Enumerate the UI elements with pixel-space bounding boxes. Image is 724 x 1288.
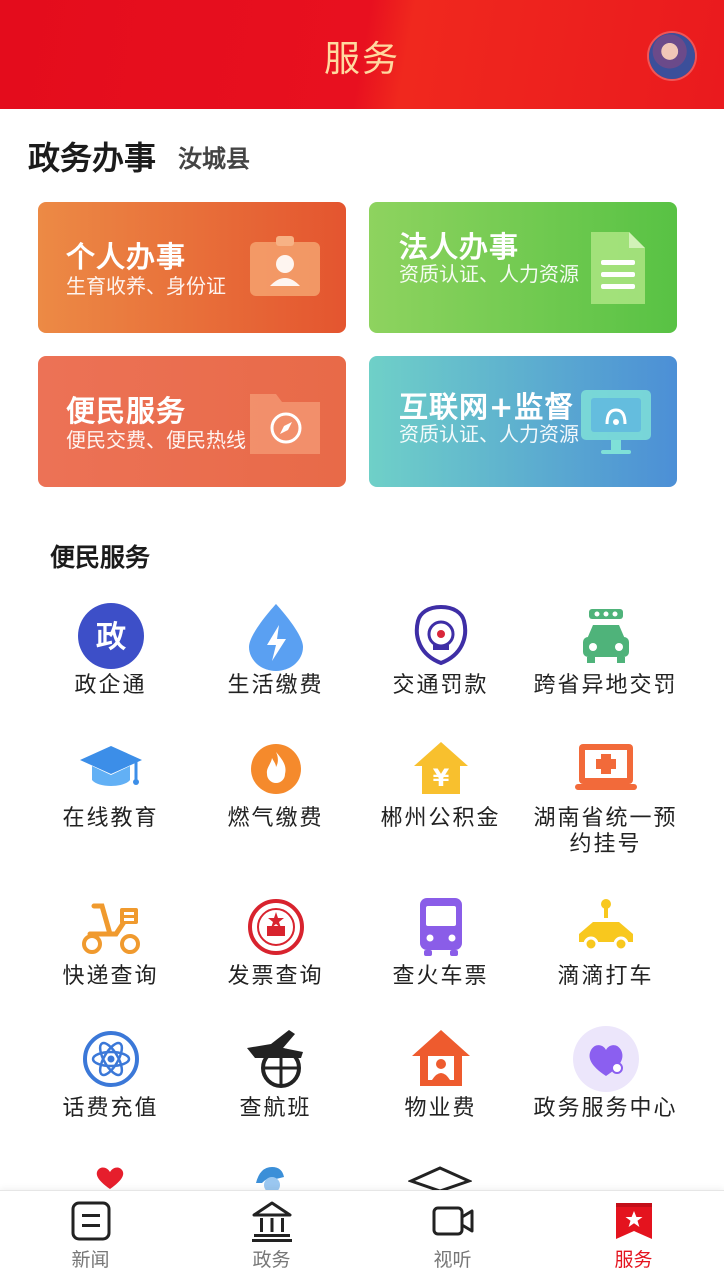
service-item[interactable]: 湖南省统一预约挂号 [515,734,696,858]
svg-text:政: 政 [96,620,126,655]
service-label: 物业费 [404,1096,477,1121]
house-person-icon [411,1030,470,1086]
service-label: 政企通 [74,673,147,698]
service-item[interactable]: 快递查询 [20,892,201,990]
service-item[interactable]: 查火车票 [350,892,531,990]
national-emblem-icon [247,899,304,955]
news-icon [71,1201,110,1241]
lightning-drop-icon [248,604,303,671]
service-item[interactable]: 话费充值 [20,1024,201,1122]
id-card-icon [250,236,320,296]
heart-icon [96,1167,124,1189]
car-icon [582,609,629,663]
folder-compass-icon [250,394,320,454]
flame-icon [250,744,301,794]
service-item[interactable]: 政务服务中心 [515,1024,696,1122]
tab-news[interactable]: 新闻 [0,1191,181,1288]
service-item[interactable]: 燃气缴费 [185,734,366,832]
service-item[interactable]: 物业费 [350,1024,531,1122]
bottom-tab-bar: 新闻 政务 视听 服务 [0,1190,724,1288]
service-item[interactable]: 跨省异地交罚 [515,601,696,699]
yuan-house-icon: ¥ [413,742,468,794]
graduation-cap-icon [79,746,142,786]
avatar[interactable] [649,33,695,79]
personal-affairs-card[interactable]: 个人办事 生育收养、身份证 [38,202,346,333]
service-label: 燃气缴费 [227,806,324,831]
service-label: 话费充值 [62,1096,159,1121]
government-building-icon [251,1201,292,1242]
service-label: 查航班 [239,1096,312,1121]
scooter-icon [81,903,140,954]
tab-label: 视听 [433,1249,472,1271]
service-item[interactable]: 交通罚款 [350,601,531,699]
app-header: 服务 [0,0,724,109]
service-label: 生活缴费 [227,673,324,698]
service-label: 政务服务中心 [533,1096,678,1121]
service-label: 滴滴打车 [557,964,654,989]
tab-label: 服务 [614,1249,653,1271]
zheng-badge-icon: 政 [77,603,144,669]
police-emblem-icon [414,604,467,666]
service-item[interactable]: 发票查询 [185,892,366,990]
bus-icon [419,898,462,956]
card-subtitle: 便民交费、便民热线 [66,428,246,452]
service-item[interactable]: 查航班 [185,1024,366,1122]
star-bookmark-icon [615,1203,652,1239]
heart-bubble-icon [572,1026,639,1092]
video-camera-icon [432,1206,473,1236]
card-subtitle: 生育收养、身份证 [66,274,226,298]
service-label: 在线教育 [62,806,159,831]
taxi-icon [578,899,633,952]
document-icon [591,232,645,304]
monitor-icon [581,390,651,454]
page-title: 服务 [323,39,400,80]
services-title: 便民服务 [50,543,151,572]
tab-label: 新闻 [71,1249,110,1271]
county-selector[interactable]: 汝城县 [178,139,250,174]
tab-government[interactable]: 政务 [181,1191,362,1288]
service-item[interactable]: 政 政企通 [20,601,201,699]
tab-service[interactable]: 服务 [543,1191,724,1288]
tab-video[interactable]: 视听 [362,1191,543,1288]
card-title: 个人办事 [66,240,187,274]
service-item[interactable]: 生活缴费 [185,601,366,699]
atom-icon [82,1031,139,1087]
card-title: 便民服务 [66,394,187,428]
section-title: 政务办事 [28,139,157,177]
tab-label: 政务 [252,1249,291,1271]
card-title: 法人办事 [399,230,520,264]
service-label: 交通罚款 [392,673,489,698]
card-subtitle: 资质认证、人力资源 [399,262,579,286]
svg-text:¥: ¥ [432,764,449,792]
graduation-hat-icon [408,1166,472,1191]
service-label: 发票查询 [227,964,324,989]
service-item[interactable]: 在线教育 [20,734,201,832]
airplane-globe-icon [246,1030,303,1088]
medical-monitor-icon [574,744,637,790]
service-label: 快递查询 [62,964,159,989]
service-label: 查火车票 [392,964,489,989]
card-title: 互联网+监督 [399,390,575,424]
convenience-service-card[interactable]: 便民服务 便民交费、便民热线 [38,356,346,487]
card-subtitle: 资质认证、人力资源 [399,422,579,446]
legal-entity-card[interactable]: 法人办事 资质认证、人力资源 [369,202,677,333]
service-label: 跨省异地交罚 [533,673,678,698]
service-label: 郴州公积金 [380,806,501,831]
internet-supervision-card[interactable]: 互联网+监督 资质认证、人力资源 [369,356,677,487]
person-cap-icon [256,1167,284,1191]
service-item[interactable]: 滴滴打车 [515,892,696,990]
service-item[interactable]: ¥ 郴州公积金 [350,734,531,832]
service-label: 湖南省统一预约挂号 [533,806,678,857]
